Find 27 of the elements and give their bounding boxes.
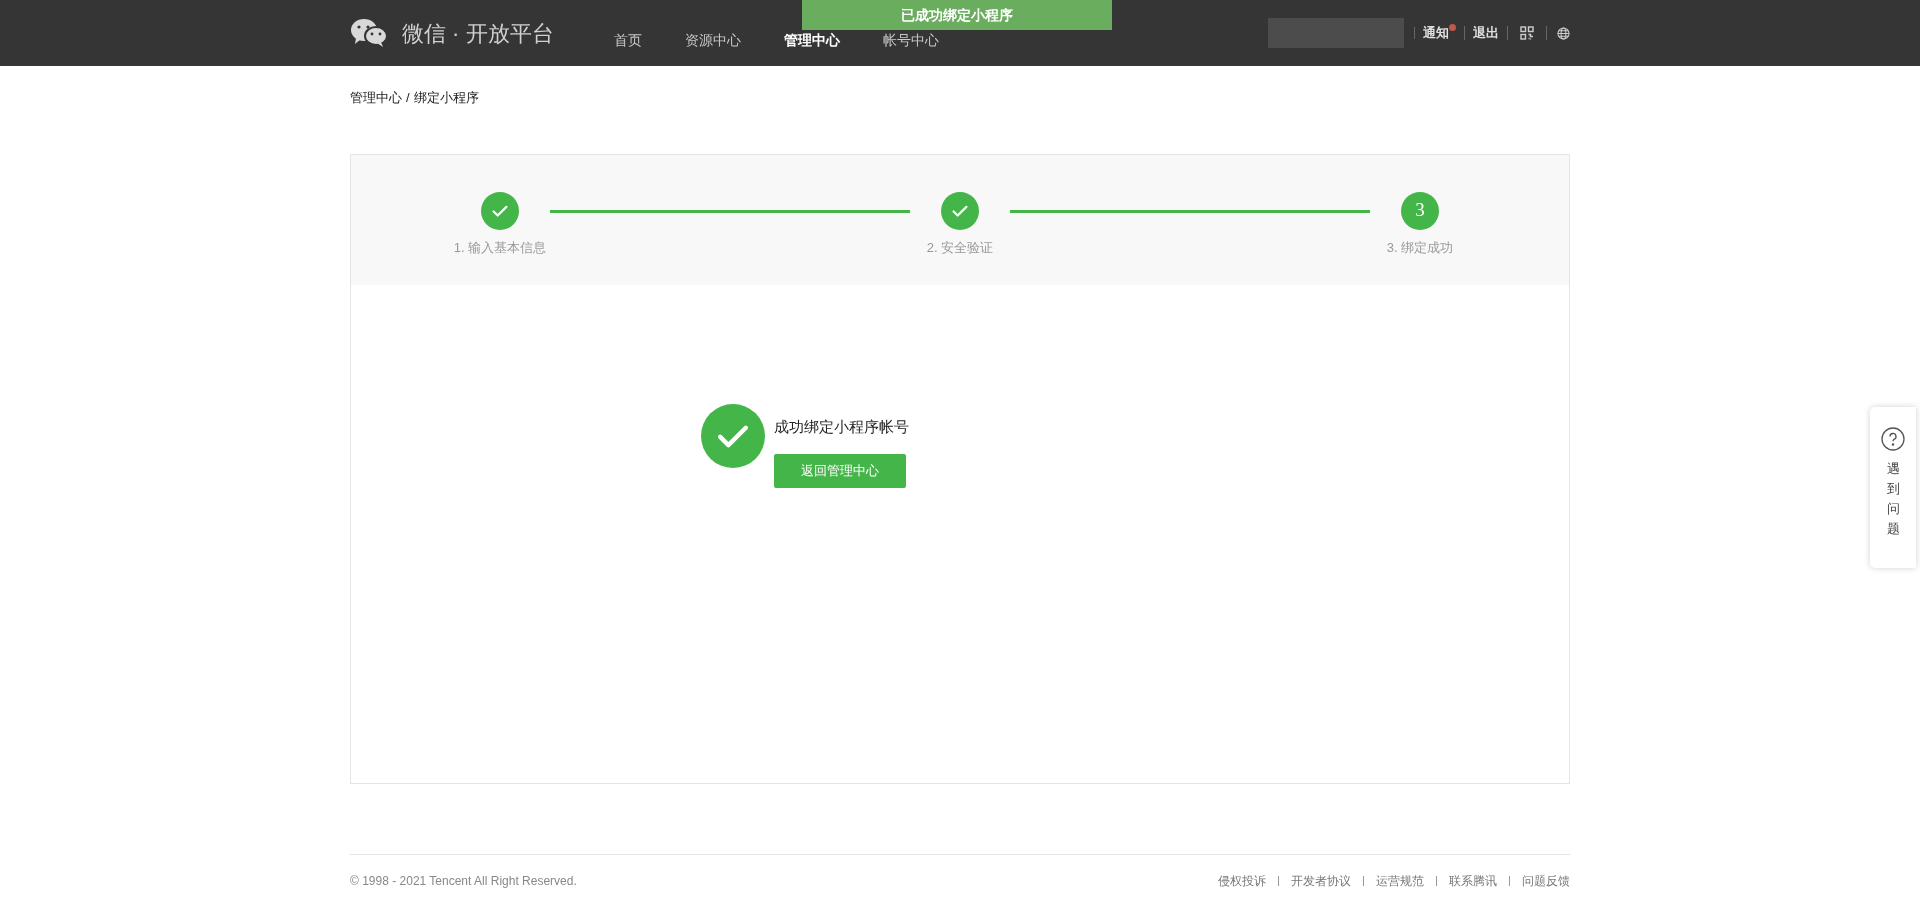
brand-title: 微信 · 开放平台 <box>402 19 554 48</box>
help-panel[interactable]: 遇到问题 <box>1870 407 1916 568</box>
bind-toast: 已成功绑定小程序 <box>802 0 1112 30</box>
globe-icon[interactable] <box>1557 26 1570 40</box>
breadcrumb-separator: / <box>406 89 410 107</box>
step-label: 3. 绑定成功 <box>1386 238 1454 257</box>
footer-link[interactable]: 联系腾讯 <box>1449 871 1497 890</box>
footer-link[interactable]: 侵权投诉 <box>1218 871 1266 890</box>
logout-link[interactable]: 退出 <box>1473 23 1499 43</box>
notice-link[interactable]: 通知 <box>1423 23 1449 43</box>
footer-link[interactable]: 问题反馈 <box>1522 871 1570 890</box>
nav-link[interactable]: 帐号中心 <box>882 29 939 51</box>
footer-link[interactable]: 开发者协议 <box>1291 871 1351 890</box>
help-label: 遇到问题 <box>1886 460 1900 539</box>
chat-bubbles-icon <box>350 18 388 48</box>
success-message: 成功绑定小程序帐号 <box>774 416 909 437</box>
help-icon <box>1881 427 1905 451</box>
nav-link[interactable]: 管理中心 <box>783 29 840 51</box>
breadcrumb-current: 绑定小程序 <box>413 89 479 107</box>
breadcrumb-link[interactable]: 管理中心 <box>350 88 402 108</box>
step-label: 1. 输入基本信息 <box>453 238 547 257</box>
qr-code-icon[interactable] <box>1520 26 1534 40</box>
nav-link[interactable]: 资源中心 <box>684 29 741 51</box>
step-label: 2. 安全验证 <box>926 238 994 257</box>
copyright-text: © 1998 - 2021 Tencent All Right Reserved. <box>350 872 577 890</box>
footer-link[interactable]: 运营规范 <box>1376 871 1424 890</box>
nav-link[interactable]: 首页 <box>613 29 642 51</box>
